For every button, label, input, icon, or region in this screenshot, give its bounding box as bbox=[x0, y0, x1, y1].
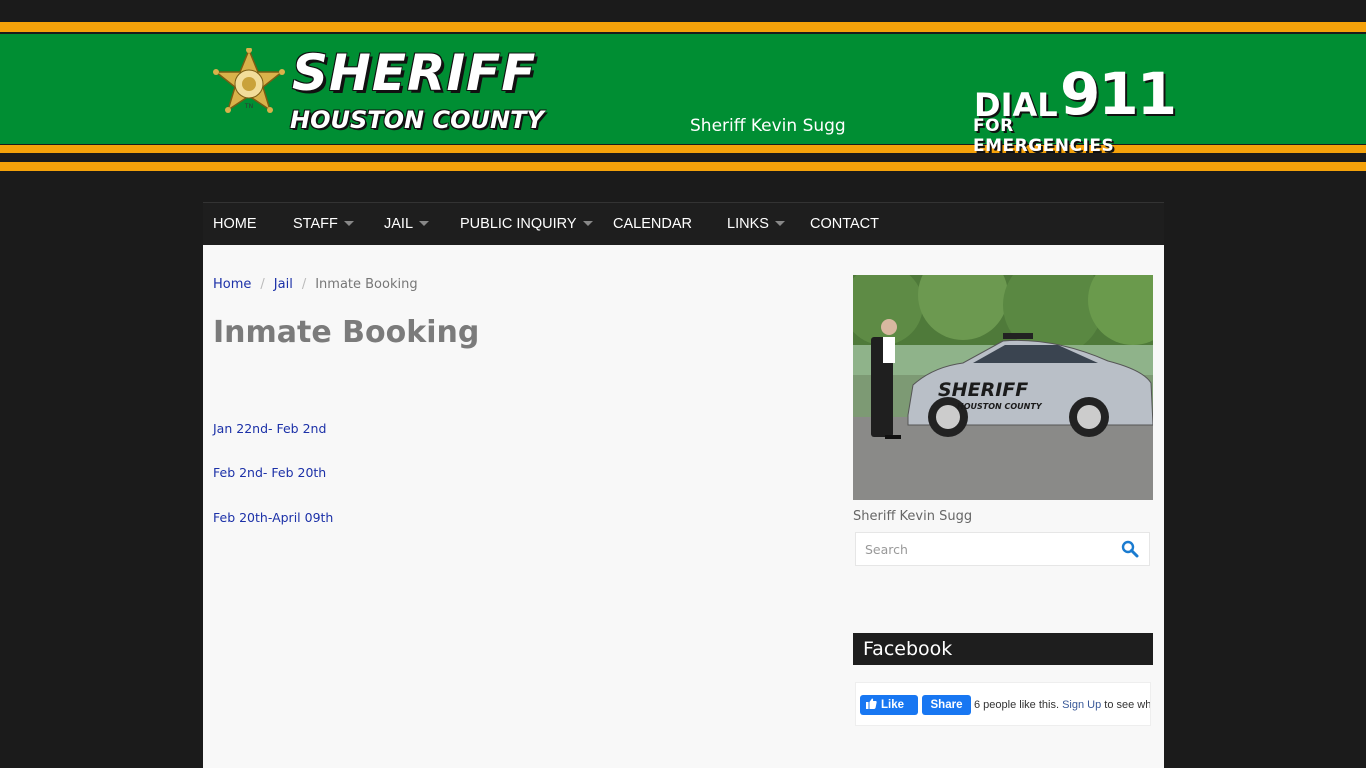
breadcrumb-jail[interactable]: Jail bbox=[274, 277, 293, 292]
chevron-down-icon bbox=[582, 220, 593, 226]
svg-text:SHERIFF: SHERIFF bbox=[938, 379, 1028, 401]
nav-links-label: LINKS bbox=[727, 216, 769, 232]
breadcrumb-separator: / bbox=[260, 277, 265, 292]
header-sheriff-name: Sheriff Kevin Sugg bbox=[690, 116, 846, 136]
sheriff-star-icon: TN bbox=[213, 48, 285, 113]
facebook-share-label: Share bbox=[930, 699, 963, 711]
search-icon[interactable] bbox=[1121, 540, 1139, 558]
breadcrumb-separator: / bbox=[301, 277, 307, 292]
nav-home[interactable]: HOME bbox=[213, 203, 257, 245]
nav-home-label: HOME bbox=[213, 216, 257, 232]
svg-text:TN: TN bbox=[244, 103, 253, 110]
facebook-share-button[interactable]: Share bbox=[922, 695, 971, 715]
chevron-down-icon bbox=[343, 220, 354, 226]
breadcrumb-current: Inmate Booking bbox=[315, 277, 418, 292]
chevron-down-icon bbox=[419, 220, 430, 226]
facebook-like-button[interactable]: Like bbox=[860, 695, 918, 715]
nav-contact[interactable]: CONTACT bbox=[810, 203, 879, 245]
nav-calendar-label: CALENDAR bbox=[613, 216, 692, 232]
dial-subtext: FOR EMERGENCIES bbox=[973, 116, 1115, 156]
facebook-signup-link[interactable]: Sign Up bbox=[1062, 699, 1101, 711]
main-nav: HOME STAFF JAIL PUBLIC INQUIRY CALENDAR … bbox=[203, 202, 1164, 245]
logo-county: HOUSTON COUNTY bbox=[290, 106, 544, 134]
nav-jail-label: JAIL bbox=[384, 216, 414, 232]
page-title: Inmate Booking bbox=[213, 315, 480, 350]
svg-text:HOUSTON COUNTY: HOUSTON COUNTY bbox=[957, 402, 1043, 411]
site-header: TN SHERIFF HOUSTON COUNTY Sheriff Kevin … bbox=[0, 0, 1366, 172]
sheriff-car-image: SHERIFF HOUSTON COUNTY bbox=[853, 275, 1153, 500]
booking-link-jan-feb[interactable]: Jan 22nd- Feb 2nd bbox=[213, 421, 326, 436]
thumbs-up-icon bbox=[866, 698, 877, 709]
search-box bbox=[855, 532, 1150, 566]
dial-911-banner: DIAL 911 FOR EMERGENCIES bbox=[972, 60, 1177, 156]
sheriff-logo[interactable]: TN SHERIFF HOUSTON COUNTY bbox=[212, 44, 572, 140]
logo-word: SHERIFF bbox=[292, 44, 537, 102]
booking-link-feb-april[interactable]: Feb 20th-April 09th bbox=[213, 510, 333, 525]
facebook-count-text: 6 people like this. bbox=[974, 699, 1059, 711]
bottom-stripe-1 bbox=[0, 145, 1366, 153]
facebook-widget: Like Share 6 people like this. Sign Up t… bbox=[855, 682, 1151, 726]
bottom-stripe-2 bbox=[0, 162, 1366, 171]
facebook-tail-text: to see wha bbox=[1104, 699, 1151, 711]
nav-staff-label: STAFF bbox=[293, 216, 338, 232]
sheriff-photo: SHERIFF HOUSTON COUNTY bbox=[853, 275, 1153, 500]
nav-staff[interactable]: STAFF bbox=[293, 203, 354, 245]
booking-link-feb-feb[interactable]: Feb 2nd- Feb 20th bbox=[213, 465, 326, 480]
facebook-heading: Facebook bbox=[853, 633, 1153, 665]
nav-calendar[interactable]: CALENDAR bbox=[613, 203, 692, 245]
nav-public-inquiry-label: PUBLIC INQUIRY bbox=[460, 216, 577, 232]
search-input[interactable] bbox=[856, 533, 1111, 565]
nav-contact-label: CONTACT bbox=[810, 216, 880, 232]
nav-links[interactable]: LINKS bbox=[727, 203, 785, 245]
nav-public-inquiry[interactable]: PUBLIC INQUIRY bbox=[460, 203, 593, 245]
content-area: Home / Jail / Inmate Booking Inmate Booking … bbox=[203, 245, 1164, 768]
top-stripe bbox=[0, 22, 1366, 32]
photo-caption: Sheriff Kevin Sugg bbox=[853, 509, 973, 524]
facebook-like-label: Like bbox=[881, 699, 905, 711]
nav-jail[interactable]: JAIL bbox=[384, 203, 430, 245]
breadcrumb: Home / Jail / Inmate Booking bbox=[213, 277, 418, 292]
facebook-like-count: 6 people like this. Sign Up to see wha bbox=[974, 699, 1151, 711]
chevron-down-icon bbox=[774, 220, 785, 226]
breadcrumb-home[interactable]: Home bbox=[213, 277, 251, 292]
